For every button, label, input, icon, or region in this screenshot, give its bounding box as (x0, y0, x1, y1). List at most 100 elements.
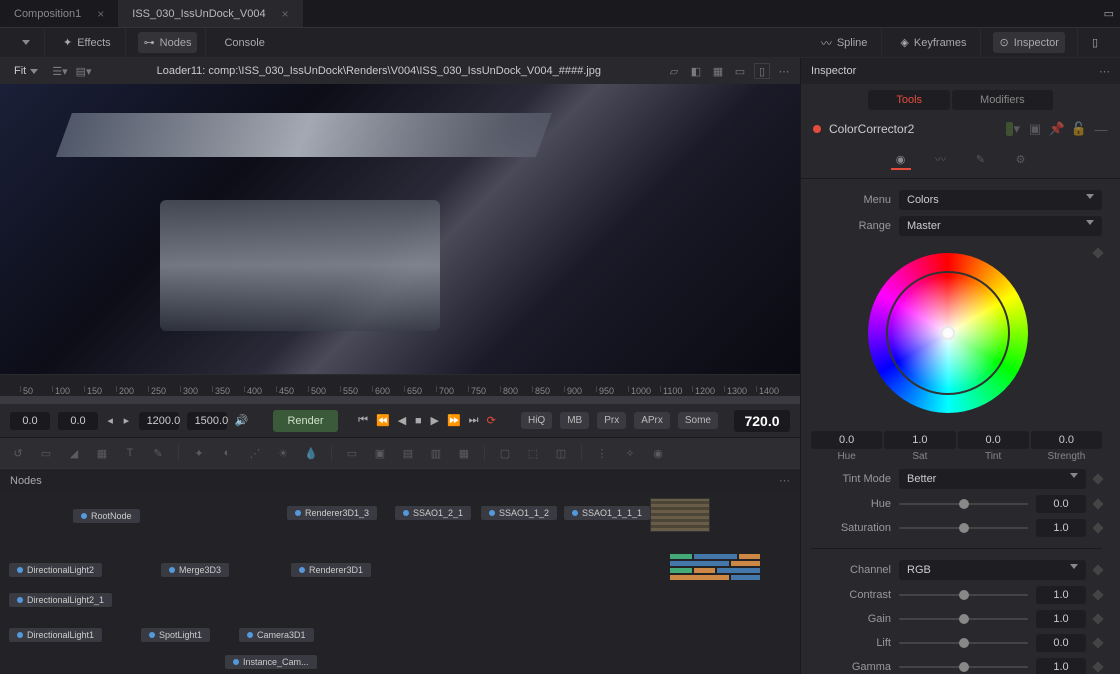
in-field[interactable]: 0.0 (10, 412, 50, 430)
node-rootnode[interactable]: RootNode (72, 508, 141, 524)
range2-field[interactable]: 1500.0 (187, 412, 227, 430)
text-tool-icon[interactable]: T (122, 445, 138, 461)
tab-tools[interactable]: Tools (868, 90, 950, 110)
collapse-icon[interactable]: — (1094, 122, 1108, 136)
last-frame-icon[interactable]: ⏭ (469, 412, 479, 430)
first-frame-icon[interactable]: ⏮ (358, 412, 368, 430)
nodes-canvas[interactable]: RootNode DirectionalLight2 DirectionalLi… (0, 492, 800, 674)
render-button[interactable]: Render (273, 410, 337, 432)
step-back-icon[interactable]: ◀ (398, 412, 406, 430)
keyframe-icon[interactable] (1092, 498, 1103, 509)
hue-slider[interactable] (899, 503, 1028, 505)
node-camera3d1[interactable]: Camera3D1 (238, 627, 315, 643)
some-button[interactable]: Some (678, 412, 718, 429)
next-key-icon[interactable]: ▸ (122, 412, 130, 430)
grid-icon[interactable]: ▦ (710, 63, 726, 79)
node-ssao1-2-1[interactable]: SSAO1_2_1 (394, 505, 472, 521)
tool-icon[interactable]: ↺ (10, 445, 26, 461)
layout-icon[interactable]: ▭ (1098, 3, 1120, 24)
box-icon[interactable]: ▭ (732, 63, 748, 79)
stop-icon[interactable]: ■ (414, 412, 422, 430)
tool-icon[interactable]: ✦ (191, 445, 207, 461)
lift-slider[interactable] (899, 642, 1028, 644)
enable-toggle[interactable] (813, 125, 821, 133)
node-spotlight1[interactable]: SpotLight1 (140, 627, 211, 643)
range1-field[interactable]: 1200.0 (139, 412, 179, 430)
contrast-slider[interactable] (899, 594, 1028, 596)
node-renderer3d1-3[interactable]: Renderer3D1_3 (286, 505, 378, 521)
node-directionallight1[interactable]: DirectionalLight1 (8, 627, 103, 643)
keyframe-icon[interactable] (1092, 613, 1103, 624)
aprx-button[interactable]: APrx (634, 412, 670, 429)
hue-value[interactable]: 0.0 (811, 431, 882, 449)
layout-button[interactable]: ▯ (1086, 32, 1104, 53)
effects-button[interactable]: ✦ Effects (57, 32, 117, 53)
color-tab-icon[interactable]: ◉ (891, 150, 911, 170)
gamma-field[interactable]: 1.0 (1036, 658, 1086, 674)
node-instance-cam[interactable]: Instance_Cam... (224, 654, 318, 670)
color-wheel[interactable]: M (868, 253, 1028, 413)
gamma-slider[interactable] (899, 666, 1028, 668)
fit-dropdown[interactable]: Fit (8, 63, 44, 79)
menu-select[interactable]: Colors (899, 190, 1102, 210)
paint-tool-icon[interactable]: ✎ (150, 445, 166, 461)
fast-forward-icon[interactable]: ⏩ (447, 412, 461, 430)
keyframe-icon[interactable] (1092, 564, 1103, 575)
tool-icon[interactable]: ◐ (219, 445, 235, 461)
tool-icon[interactable]: ▥ (428, 445, 444, 461)
mb-button[interactable]: MB (560, 412, 589, 429)
settings-tab-icon[interactable]: ⚙ (1011, 150, 1031, 170)
contrast-field[interactable]: 1.0 (1036, 586, 1086, 604)
node-renderer3d1[interactable]: Renderer3D1 (290, 562, 372, 578)
thumbnail-stack[interactable] (670, 552, 760, 602)
dropdown-icon[interactable] (16, 36, 36, 49)
pin-icon[interactable]: 📌 (1050, 122, 1064, 136)
channel-select[interactable]: RGB (899, 560, 1086, 580)
console-button[interactable]: Console (218, 33, 270, 53)
node-merge3d3[interactable]: Merge3D3 (160, 562, 230, 578)
timeline-ruler[interactable]: /* ticks inserted below */ 5010015020025… (0, 374, 800, 396)
sat-value[interactable]: 1.0 (884, 431, 955, 449)
tool-icon[interactable]: ◉ (650, 445, 666, 461)
tool-icon[interactable]: ◢ (66, 445, 82, 461)
version-icon[interactable]: ▾ (1006, 122, 1020, 136)
lock-icon[interactable]: 🔓 (1072, 122, 1086, 136)
keyframe-icon[interactable] (1092, 522, 1103, 533)
options-icon[interactable]: ⋯ (776, 63, 792, 79)
tool-icon[interactable]: ◫ (553, 445, 569, 461)
tool-icon[interactable]: ▢ (497, 445, 513, 461)
prev-key-icon[interactable]: ◂ (106, 412, 114, 430)
tool-icon[interactable]: ▭ (344, 445, 360, 461)
gain-field[interactable]: 1.0 (1036, 610, 1086, 628)
gain-slider[interactable] (899, 618, 1028, 620)
range-select[interactable]: Master (899, 216, 1102, 236)
tool-icon[interactable]: 💧 (303, 445, 319, 461)
tint-mode-select[interactable]: Better (899, 469, 1086, 489)
tool-icon[interactable]: ⬚ (525, 445, 541, 461)
node-ssao1-1-2[interactable]: SSAO1_1_2 (480, 505, 558, 521)
copy-icon[interactable]: ▣ (1028, 122, 1042, 136)
strength-value[interactable]: 0.0 (1031, 431, 1102, 449)
hiq-button[interactable]: HiQ (521, 412, 552, 429)
tab-modifiers[interactable]: Modifiers (952, 90, 1053, 110)
view-options-icon[interactable]: ☰▾ (52, 65, 67, 78)
channel-icon[interactable]: ◧ (688, 63, 704, 79)
mask-tab-icon[interactable]: ✎ (971, 150, 991, 170)
spline-button[interactable]: 〰 Spline (815, 31, 874, 55)
keyframe-icon[interactable] (1092, 661, 1103, 672)
frame-field[interactable]: 720.0 (734, 410, 790, 432)
tool-icon[interactable]: ▦ (456, 445, 472, 461)
nodes-button[interactable]: ⊶ Nodes (138, 32, 198, 53)
saturation-slider[interactable] (899, 527, 1028, 529)
tool-icon[interactable]: ▣ (372, 445, 388, 461)
tool-icon[interactable]: ⋮ (594, 445, 610, 461)
tab-composition1[interactable]: Composition1 × (0, 0, 118, 27)
node-ssao1-1-1-1[interactable]: SSAO1_1_1_1 (563, 505, 651, 521)
audio-icon[interactable]: 🔊 (235, 412, 249, 430)
keyframes-button[interactable]: ◈ Keyframes (894, 32, 972, 53)
keyframe-icon[interactable] (1092, 473, 1103, 484)
close-icon[interactable]: × (97, 7, 104, 21)
keyframe-icon[interactable] (1092, 247, 1103, 258)
rewind-icon[interactable]: ⏪ (376, 412, 390, 430)
tab-iss[interactable]: ISS_030_IssUnDock_V004 × (118, 0, 302, 27)
